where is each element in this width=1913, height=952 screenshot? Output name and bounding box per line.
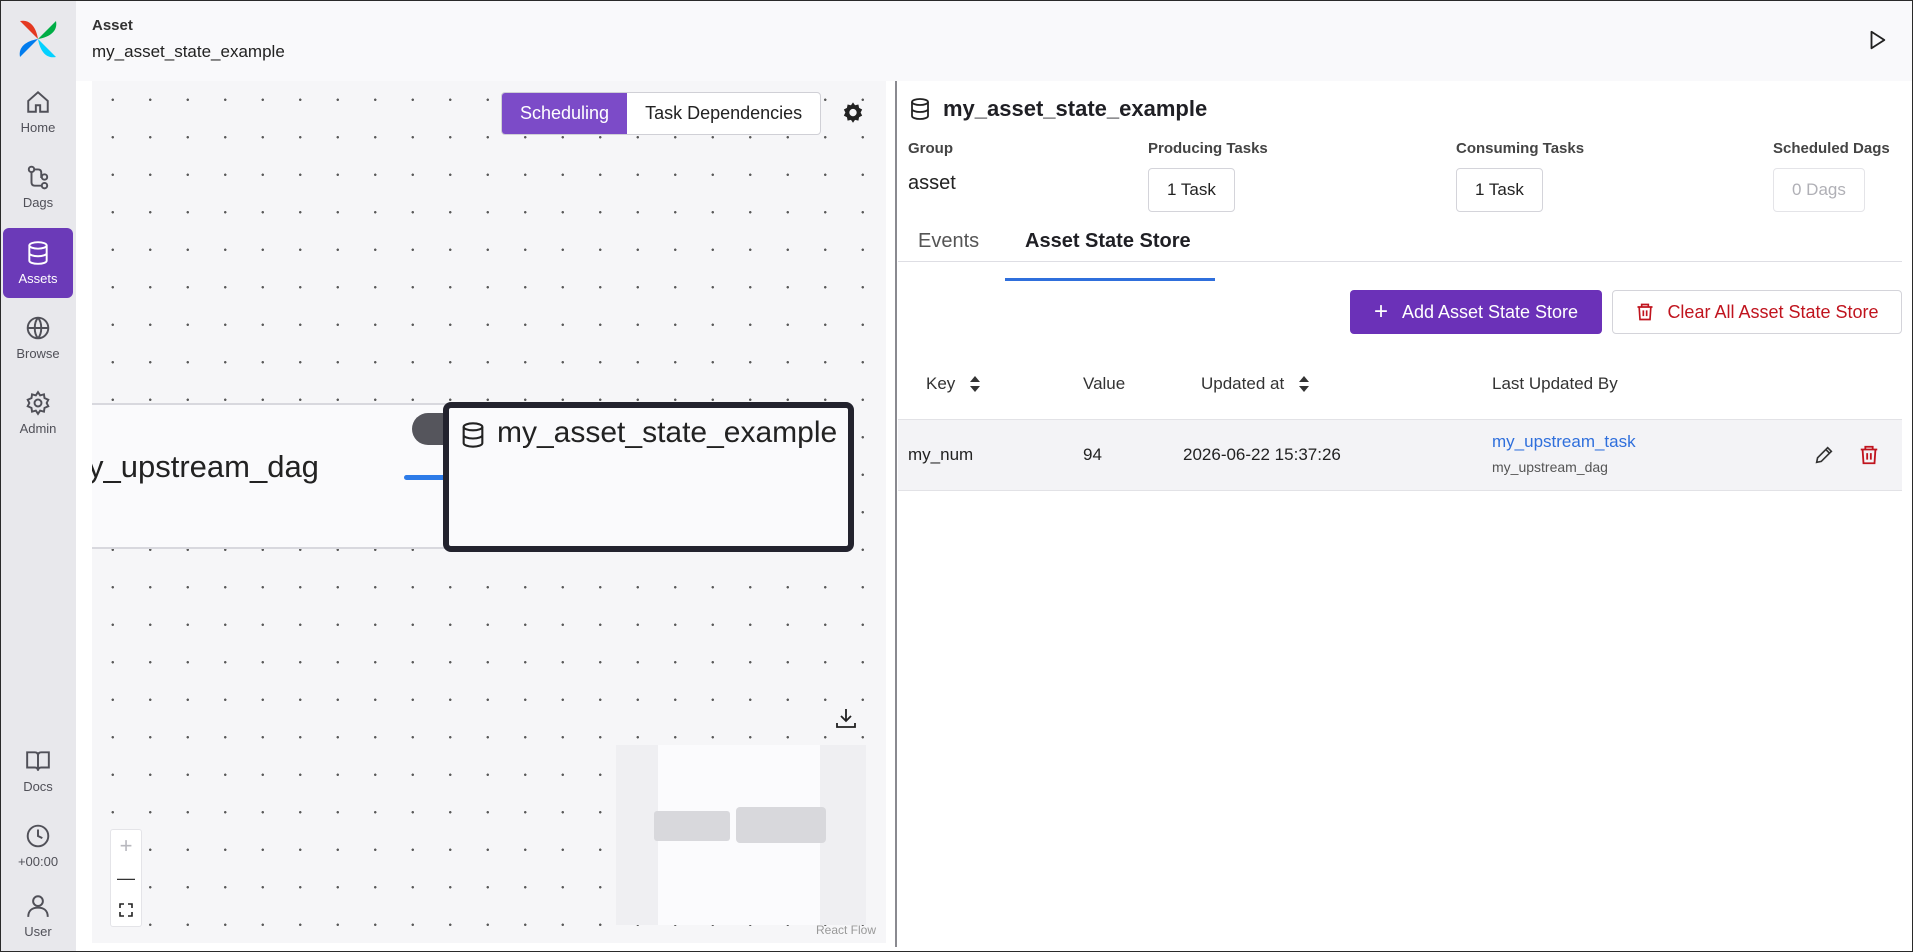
download-icon[interactable] bbox=[834, 706, 858, 730]
dags-icon bbox=[27, 165, 49, 190]
asset-title: my_asset_state_example bbox=[943, 96, 1208, 121]
page-title: my_asset_state_example bbox=[92, 42, 285, 61]
column-header-label: Value bbox=[1083, 374, 1126, 393]
sort-icon bbox=[970, 376, 981, 392]
user-icon bbox=[27, 895, 49, 917]
trash-icon[interactable] bbox=[1858, 444, 1880, 466]
row-task-link[interactable]: my_upstream_task bbox=[1492, 432, 1636, 452]
minimap-node bbox=[736, 807, 826, 843]
sidebar-item-label: Home bbox=[20, 120, 56, 135]
globe-icon bbox=[26, 316, 50, 340]
clear-all-asset-state-store-button[interactable]: Clear All Asset State Store bbox=[1612, 290, 1902, 334]
zoom-controls: + — bbox=[110, 829, 142, 927]
panel-divider[interactable] bbox=[895, 81, 897, 947]
consuming-tasks-button[interactable]: 1 Task bbox=[1456, 168, 1543, 212]
react-flow-attribution[interactable]: React Flow bbox=[816, 923, 876, 937]
producing-tasks-button[interactable]: 1 Task bbox=[1148, 168, 1235, 212]
column-header-key[interactable]: Key bbox=[926, 374, 981, 394]
graph-canvas[interactable]: Scheduling Task Dependencies y_upstream_… bbox=[92, 81, 886, 943]
sidebar-item-admin[interactable]: Admin bbox=[3, 378, 73, 448]
table-row: my_num 94 2026-06-22 15:37:26 my_upstrea… bbox=[898, 419, 1902, 491]
sidebar-item-label: Dags bbox=[22, 195, 54, 210]
fit-view-button[interactable] bbox=[111, 894, 141, 926]
column-header-updated-at[interactable]: Updated at bbox=[1201, 374, 1310, 394]
book-icon bbox=[26, 751, 50, 771]
sidebar-item-user[interactable]: User bbox=[3, 881, 73, 951]
details-tabs: Events Asset State Store bbox=[898, 230, 1902, 262]
sidebar: Home Dags Assets Browse Admin Docs +00:0… bbox=[1, 1, 76, 951]
column-header-value: Value bbox=[1083, 374, 1125, 394]
add-asset-state-store-button[interactable]: + Add Asset State Store bbox=[1350, 290, 1602, 334]
database-icon bbox=[462, 422, 484, 448]
active-tab-indicator bbox=[1005, 278, 1215, 281]
group-label: Group bbox=[908, 140, 953, 157]
scheduled-dags-label: Scheduled Dags bbox=[1773, 140, 1890, 157]
consuming-tasks-label: Consuming Tasks bbox=[1456, 140, 1585, 157]
sidebar-item-label: +00:00 bbox=[17, 854, 59, 869]
graph-edge bbox=[404, 475, 446, 480]
graph-settings-icon[interactable] bbox=[842, 101, 864, 123]
page-header: Asset my_asset_state_example bbox=[76, 1, 1912, 81]
tab-events[interactable]: Events bbox=[918, 230, 979, 262]
scheduled-dags-button[interactable]: 0 Dags bbox=[1773, 168, 1865, 212]
airflow-logo[interactable] bbox=[16, 17, 60, 61]
database-icon bbox=[911, 98, 929, 120]
sidebar-item-assets[interactable]: Assets bbox=[3, 228, 73, 298]
clear-button-label: Clear All Asset State Store bbox=[1667, 301, 1879, 322]
add-button-label: Add Asset State Store bbox=[1401, 301, 1579, 322]
minimap-node bbox=[654, 811, 730, 841]
home-icon bbox=[27, 90, 49, 113]
edit-icon[interactable] bbox=[1813, 444, 1835, 466]
row-value: 94 bbox=[1083, 445, 1102, 464]
dag-node-label: y_upstream_dag bbox=[92, 449, 319, 484]
row-dag-name: my_upstream_dag bbox=[1492, 459, 1608, 475]
sidebar-item-browse[interactable]: Browse bbox=[3, 303, 73, 373]
task-dependencies-button[interactable]: Task Dependencies bbox=[627, 93, 820, 134]
column-header-label: Key bbox=[926, 374, 956, 393]
minimap[interactable] bbox=[616, 745, 866, 925]
row-updated-at: 2026-06-22 15:37:26 bbox=[1183, 445, 1341, 464]
sort-icon bbox=[1299, 376, 1310, 392]
sidebar-item-dags[interactable]: Dags bbox=[3, 152, 73, 222]
gear-icon bbox=[26, 390, 50, 416]
sidebar-item-label: User bbox=[24, 924, 52, 939]
column-header-label: Updated at bbox=[1201, 374, 1285, 393]
sidebar-item-timezone[interactable]: +00:00 bbox=[3, 811, 73, 881]
sidebar-item-label: Browse bbox=[16, 346, 60, 361]
asset-node-label: my_asset_state_example bbox=[497, 416, 838, 449]
clock-icon bbox=[26, 824, 50, 848]
producing-tasks-label: Producing Tasks bbox=[1148, 140, 1268, 157]
zoom-in-button[interactable]: + bbox=[111, 830, 141, 862]
sidebar-item-label: Docs bbox=[23, 779, 53, 794]
row-key: my_num bbox=[908, 445, 974, 464]
fit-view-icon bbox=[119, 903, 133, 917]
zoom-out-button[interactable]: — bbox=[111, 862, 141, 894]
sidebar-item-home[interactable]: Home bbox=[3, 77, 73, 147]
graph-mode-toggle: Scheduling Task Dependencies bbox=[501, 92, 822, 135]
column-header-last-updated-by: Last Updated By bbox=[1492, 374, 1618, 394]
sidebar-item-label: Admin bbox=[19, 421, 57, 436]
breadcrumb-label: Asset bbox=[92, 17, 133, 34]
plus-icon: + bbox=[1373, 298, 1388, 325]
asset-details-panel: my_asset_state_example Group asset Produ… bbox=[898, 81, 1902, 947]
tab-asset-state-store[interactable]: Asset State Store bbox=[1025, 230, 1191, 262]
database-icon bbox=[28, 241, 48, 265]
column-header-label: Last Updated By bbox=[1492, 374, 1618, 393]
scheduling-button[interactable]: Scheduling bbox=[502, 93, 628, 134]
group-value: asset bbox=[908, 172, 956, 194]
trash-icon bbox=[1637, 303, 1653, 321]
sidebar-item-docs[interactable]: Docs bbox=[3, 736, 73, 806]
asset-node[interactable]: my_asset_state_example bbox=[443, 402, 854, 552]
sidebar-item-label: Assets bbox=[18, 271, 58, 286]
play-icon[interactable] bbox=[1866, 29, 1888, 51]
